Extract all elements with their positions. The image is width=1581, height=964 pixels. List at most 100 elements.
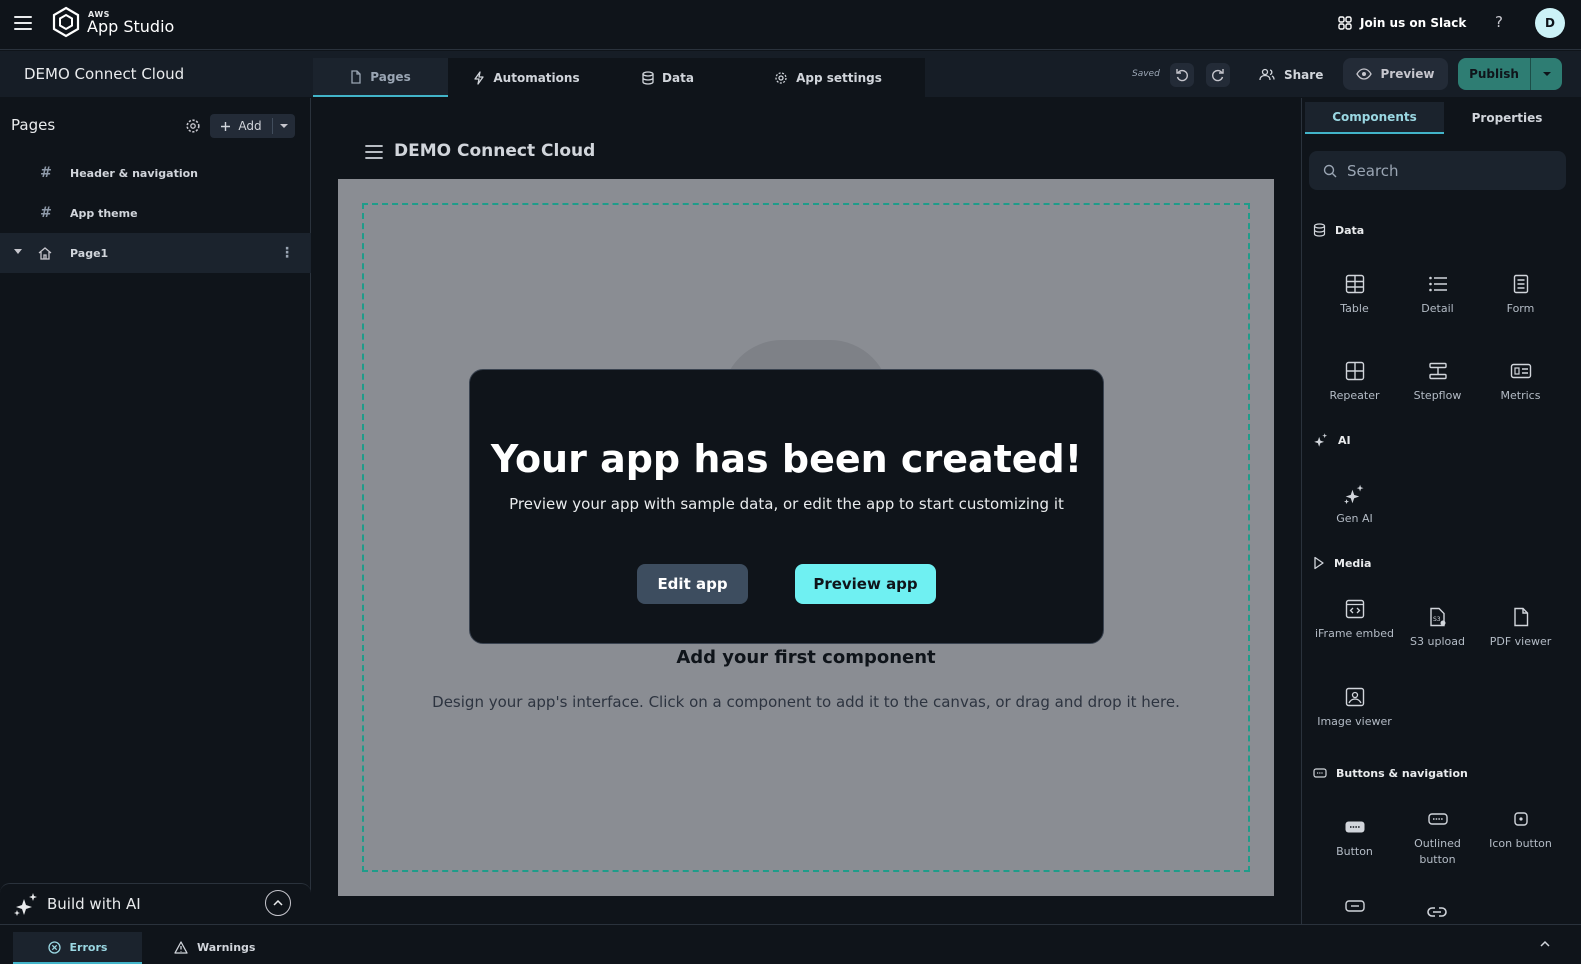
- plus-icon: [220, 121, 231, 132]
- tab-data-label: Data: [662, 70, 694, 85]
- sparkle-icon: [1343, 483, 1366, 505]
- tab-components[interactable]: Components: [1305, 102, 1444, 134]
- tab-data[interactable]: Data: [605, 58, 731, 97]
- help-icon[interactable]: ?: [1490, 13, 1508, 33]
- preview-app-button[interactable]: Preview app: [795, 564, 936, 604]
- error-circle-icon: [47, 940, 61, 954]
- tab-properties[interactable]: Properties: [1444, 102, 1570, 134]
- svg-text:S3: S3: [1433, 616, 1441, 623]
- undo-button[interactable]: [1170, 63, 1194, 87]
- component-button[interactable]: Button: [1313, 816, 1396, 860]
- component-gen-ai[interactable]: Gen AI: [1313, 483, 1396, 527]
- brand-title: App Studio: [87, 17, 175, 36]
- edit-app-button[interactable]: Edit app: [637, 564, 748, 604]
- tab-pages[interactable]: Pages: [313, 58, 448, 97]
- component-label: Detail: [1421, 302, 1454, 315]
- build-with-ai-label: Build with AI: [47, 895, 141, 913]
- database-icon: [1313, 223, 1326, 237]
- list-icon: [1427, 273, 1449, 295]
- page-row-app-theme[interactable]: # App theme: [0, 193, 311, 233]
- redo-icon: [1211, 68, 1225, 82]
- canvas-hamburger-icon[interactable]: [365, 144, 383, 160]
- app-studio-logo-icon: [52, 6, 80, 38]
- search-icon: [1323, 164, 1337, 178]
- add-page-dropdown-toggle[interactable]: [272, 118, 295, 134]
- sparkle-icon: [1313, 432, 1329, 448]
- sparkle-icon: [14, 891, 40, 917]
- filled-button-icon: [1344, 816, 1366, 838]
- section-data: Data: [1313, 221, 1364, 239]
- publish-dropdown-toggle[interactable]: [1530, 58, 1562, 90]
- component-label: Gen AI: [1336, 512, 1373, 525]
- component-label: Repeater: [1329, 389, 1380, 402]
- link-icon[interactable]: [1426, 906, 1448, 920]
- join-slack-link[interactable]: Join us on Slack: [1338, 13, 1466, 33]
- pages-settings-gear-icon[interactable]: [185, 118, 201, 134]
- hamburger-menu-icon[interactable]: [13, 13, 33, 33]
- add-page-button[interactable]: Add: [210, 114, 295, 138]
- lightning-icon: [473, 70, 485, 85]
- link-button-icon[interactable]: [1345, 900, 1365, 914]
- dropzone-hint: Design your app's interface. Click on a …: [432, 693, 1180, 711]
- preview-label: Preview: [1380, 67, 1435, 81]
- tab-errors[interactable]: Errors: [13, 932, 142, 964]
- component-form[interactable]: Form: [1479, 273, 1562, 317]
- redo-button[interactable]: [1206, 63, 1230, 87]
- component-label: iFrame embed: [1314, 627, 1395, 640]
- component-label: Image viewer: [1317, 715, 1392, 728]
- avatar[interactable]: D: [1535, 8, 1565, 38]
- component-label: PDF viewer: [1489, 635, 1552, 648]
- pages-panel-title: Pages: [11, 116, 56, 134]
- warning-triangle-icon: [174, 940, 188, 954]
- modal-subtitle: Preview your app with sample data, or ed…: [509, 495, 1064, 513]
- add-page-main[interactable]: Add: [210, 119, 272, 133]
- outlined-button-icon: [1427, 808, 1449, 830]
- component-repeater[interactable]: Repeater: [1313, 360, 1396, 404]
- component-label: Table: [1340, 302, 1369, 315]
- component-stepflow[interactable]: Stepflow: [1396, 360, 1479, 404]
- hash-icon: #: [40, 205, 52, 221]
- preview-button[interactable]: Preview: [1343, 58, 1448, 90]
- share-button[interactable]: Share: [1259, 63, 1323, 87]
- publish-button[interactable]: Publish: [1458, 58, 1562, 90]
- slack-icon: [1338, 16, 1352, 30]
- tab-warnings[interactable]: Warnings: [174, 932, 255, 962]
- component-icon-button[interactable]: Icon button: [1479, 808, 1562, 852]
- component-detail[interactable]: Detail: [1396, 273, 1479, 317]
- page-row-page1[interactable]: Page1 ⋮: [0, 233, 311, 273]
- section-buttons-label: Buttons & navigation: [1336, 766, 1468, 780]
- tab-automations-label: Automations: [493, 70, 580, 85]
- chevron-up-icon: [273, 900, 283, 906]
- component-search[interactable]: [1309, 151, 1566, 190]
- page-row-header-navigation[interactable]: # Header & navigation: [0, 153, 311, 193]
- home-icon: [38, 246, 54, 260]
- warnings-label: Warnings: [197, 940, 256, 954]
- component-pdf-viewer[interactable]: PDF viewer: [1479, 606, 1562, 650]
- expand-caret-icon[interactable]: [13, 249, 23, 255]
- image-icon: [1344, 686, 1366, 708]
- component-metrics[interactable]: Metrics: [1479, 360, 1562, 404]
- page-row-label: Header & navigation: [70, 166, 199, 180]
- metrics-icon: [1510, 360, 1532, 382]
- publish-label[interactable]: Publish: [1458, 58, 1530, 90]
- component-label: Form: [1506, 302, 1535, 315]
- component-table[interactable]: Table: [1313, 273, 1396, 317]
- chevron-up-icon[interactable]: [1537, 936, 1553, 952]
- grid-icon: [1344, 360, 1366, 382]
- tab-app-settings-label: App settings: [796, 70, 882, 85]
- component-s3-upload[interactable]: S3 S3 upload: [1396, 606, 1479, 650]
- component-label: S3 upload: [1410, 635, 1465, 648]
- section-ai: AI: [1313, 431, 1351, 449]
- section-media-label: Media: [1334, 556, 1372, 570]
- more-options-icon[interactable]: ⋮: [280, 245, 294, 261]
- join-slack-label: Join us on Slack: [1360, 16, 1467, 30]
- build-with-ai-expand-button[interactable]: [265, 890, 291, 916]
- component-outlined-button[interactable]: Outlined button: [1396, 808, 1479, 868]
- component-iframe-embed[interactable]: iFrame embed: [1313, 598, 1396, 642]
- users-icon: [1259, 68, 1275, 82]
- search-input[interactable]: [1347, 161, 1547, 180]
- tab-automations[interactable]: Automations: [448, 58, 605, 97]
- document-icon: [1510, 606, 1532, 628]
- tab-app-settings[interactable]: App settings: [731, 58, 925, 97]
- component-image-viewer[interactable]: Image viewer: [1313, 686, 1396, 730]
